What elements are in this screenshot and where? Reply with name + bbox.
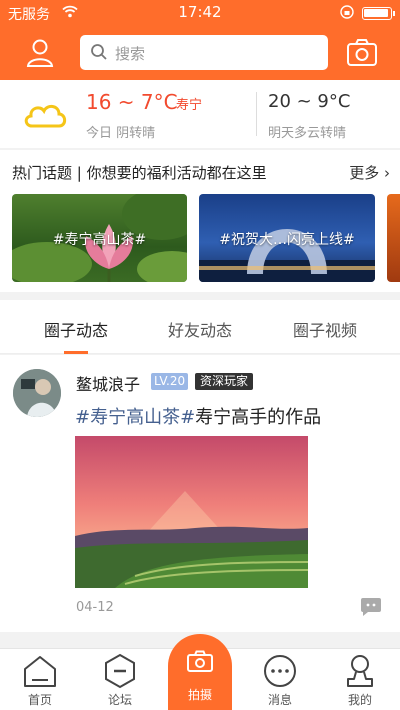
search-input[interactable]: 搜索 [80, 35, 328, 70]
topic-card[interactable]: #寿宁高山茶# [12, 194, 187, 282]
post-hashtag[interactable]: #寿宁高山茶# [75, 407, 195, 428]
avatar-image [13, 369, 61, 417]
nav-forum[interactable]: 论坛 [80, 649, 160, 710]
camera-button[interactable] [344, 36, 380, 70]
rank-badge: 资深玩家 [195, 373, 254, 390]
nav-home[interactable]: 首页 [0, 649, 80, 710]
post-date: 04-12 [76, 600, 114, 615]
post-body: 寿宁高手的作品 [195, 407, 322, 428]
active-tab-indicator [64, 351, 88, 354]
hot-topics-section: 热门话题 | 你想要的福利活动都在这里 更多 › #寿宁高山茶# #祝贺大…闪亮… [0, 150, 400, 292]
post-username[interactable]: 鳌城浪子 [76, 371, 140, 395]
camera-icon [187, 650, 213, 672]
today-weather-desc: 今日 阴转晴 [86, 126, 156, 141]
topic-card-caption: #寿宁高山茶# [52, 232, 147, 248]
user-icon [26, 39, 54, 67]
post-text: #寿宁高山茶#寿宁高手的作品 [75, 403, 321, 429]
forum-icon [105, 653, 135, 689]
comment-icon [361, 598, 381, 616]
nav-forum-label: 论坛 [107, 693, 132, 707]
nav-messages-label: 消息 [267, 693, 292, 707]
topic-card-caption: #祝贺大…闪亮上线# [219, 232, 355, 248]
comment-button[interactable] [360, 597, 382, 621]
today-temperature: 16 ~ 7°C [86, 90, 178, 114]
app-header: 无服务 17:42 搜索 [0, 0, 400, 80]
chevron-right-icon: › [384, 164, 390, 182]
tab-circle-video[interactable]: 圈子视频 [265, 317, 385, 341]
profile-icon [347, 655, 373, 687]
messages-icon [264, 655, 296, 687]
nav-mine[interactable]: 我的 [320, 649, 400, 710]
weather-city: 寿宁 [176, 98, 203, 113]
feed-tabs: 圈子动态 好友动态 圈子视频 [0, 300, 400, 354]
topic-card[interactable]: #祝贺大…闪亮上线# [199, 194, 375, 282]
weather-panel[interactable]: 16 ~ 7°C 寿宁 今日 阴转晴 20 ~ 9°C 明天多云转晴 [0, 80, 400, 148]
search-placeholder: 搜索 [115, 45, 146, 63]
nav-home-label: 首页 [27, 693, 52, 707]
rotation-lock-icon [340, 5, 354, 19]
more-topics-link[interactable]: 更多 › [349, 162, 390, 183]
status-bar: 无服务 17:42 [0, 0, 400, 26]
more-label: 更多 [349, 164, 380, 182]
shoot-button[interactable]: 拍摄 [168, 634, 232, 710]
nav-mine-label: 我的 [347, 693, 372, 707]
camera-icon [347, 39, 377, 66]
search-icon [91, 44, 107, 60]
tab-circle-activity[interactable]: 圈子动态 [16, 317, 136, 341]
home-icon [24, 656, 56, 687]
tomorrow-temperature: 20 ~ 9°C [268, 91, 351, 112]
cloudy-weather-icon [24, 105, 67, 128]
nav-messages[interactable]: 消息 [240, 649, 320, 710]
hot-topics-title: 热门话题 | 你想要的福利活动都在这里 [12, 164, 267, 182]
avatar[interactable] [13, 369, 61, 417]
topic-card[interactable] [387, 194, 400, 282]
feed-post[interactable]: 鳌城浪子 LV.20 资深玩家 #寿宁高山茶#寿宁高手的作品 04-12 [0, 355, 400, 632]
profile-button[interactable] [22, 36, 58, 70]
post-photo[interactable] [75, 436, 308, 588]
tab-friend-activity[interactable]: 好友动态 [140, 317, 260, 341]
sunset-landscape-image [75, 436, 308, 588]
weather-divider [256, 92, 257, 136]
battery-icon [362, 7, 395, 20]
level-badge: LV.20 [151, 373, 189, 390]
shoot-label: 拍摄 [187, 688, 212, 702]
tomorrow-weather-desc: 明天多云转晴 [268, 126, 347, 141]
